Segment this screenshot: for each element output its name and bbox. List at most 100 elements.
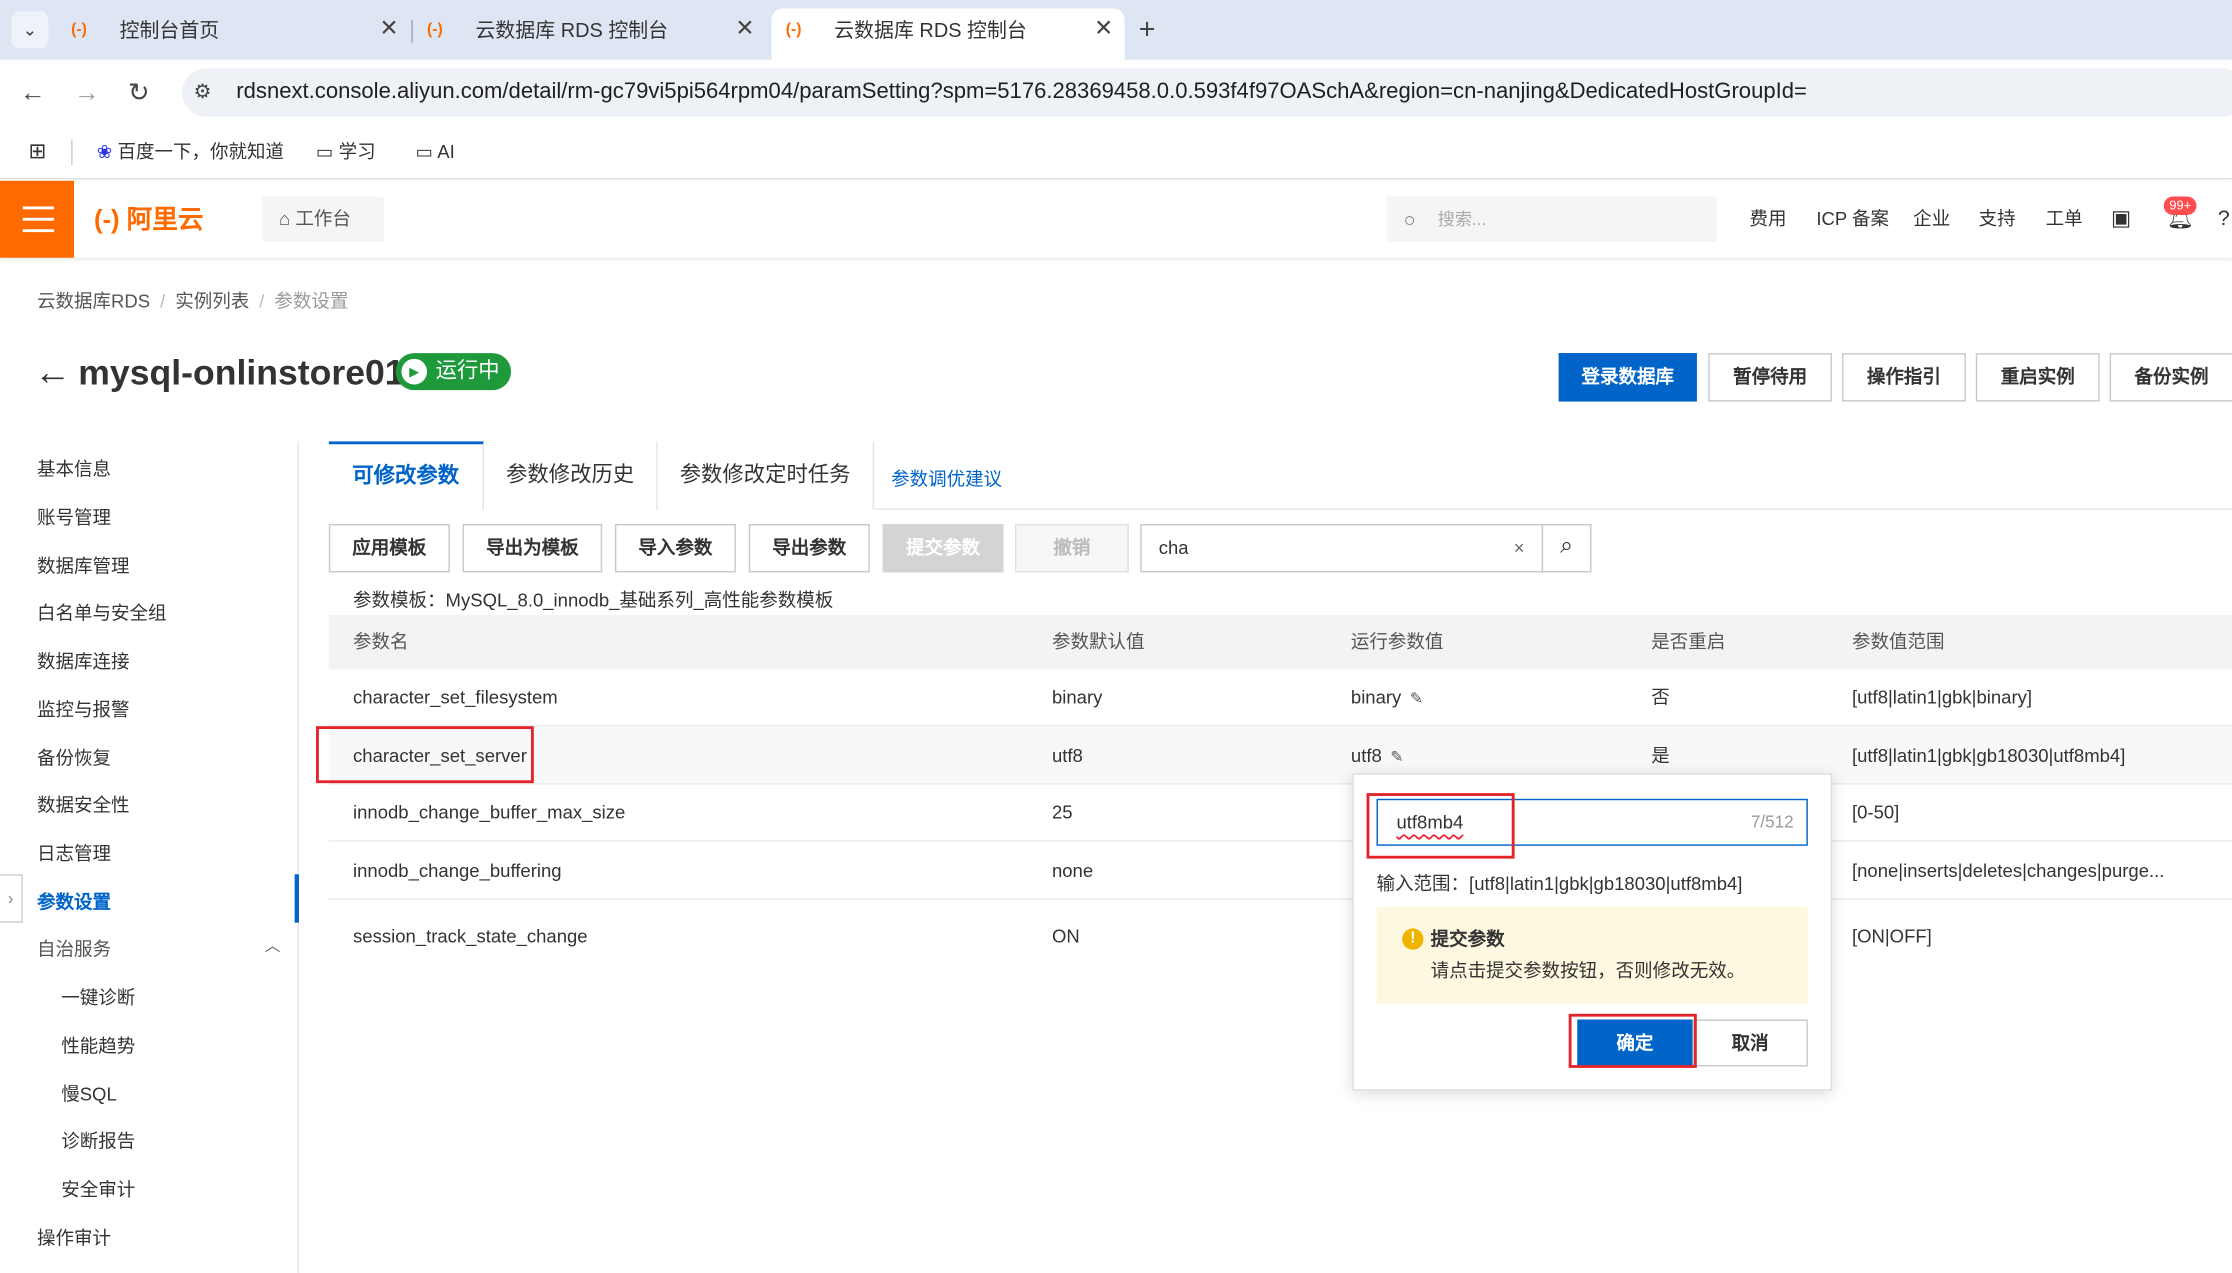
tab-scheduled-tasks[interactable]: 参数修改定时任务 [657, 441, 875, 510]
sidebar-item-audit[interactable]: 安全审计 [61, 1176, 135, 1204]
chevron-up-icon[interactable]: ︿ [265, 934, 281, 957]
param-range: [ON|OFF] [1851, 925, 1932, 947]
sidebar-item-op-audit[interactable]: 操作审计 [37, 1225, 111, 1253]
sidebar-item-connection[interactable]: 数据库连接 [37, 648, 130, 676]
nav-fees[interactable]: 费用 [1749, 181, 1786, 258]
sidebar-item-security[interactable]: 数据安全性 [37, 792, 130, 820]
cancel-button[interactable]: 取消 [1692, 1019, 1808, 1067]
terminal-icon[interactable]: ▣ [2111, 181, 2131, 258]
home-icon: ⌂ [279, 207, 291, 230]
param-range: [none|inserts|deletes|changes|purge... [1851, 860, 2165, 882]
close-tab-icon[interactable]: ✕ [379, 9, 398, 52]
bell-icon[interactable]: 🔔︎ [2167, 181, 2194, 258]
sidebar-item-performance[interactable]: 性能趋势 [61, 1032, 135, 1060]
site-info-icon[interactable]: ⚙ [194, 80, 212, 104]
nav-support[interactable]: 支持 [1979, 181, 2016, 258]
clear-filter-icon[interactable]: × [1514, 525, 1525, 571]
new-tab-icon[interactable]: + [1139, 11, 1156, 48]
close-tab-icon[interactable]: ✕ [1094, 9, 1113, 52]
param-filter-input[interactable]: cha × [1140, 523, 1544, 573]
tuning-advice-link[interactable]: 参数调优建议 [891, 441, 1002, 518]
nav-icp[interactable]: ICP 备案 [1816, 181, 1889, 258]
sidebar-item-basic-info[interactable]: 基本信息 [37, 456, 111, 484]
apps-grid-icon[interactable]: ⊞ [28, 140, 46, 166]
edit-param-popover: utf8mb4 7/512 输入范围：[utf8|latin1|gbk|gb18… [1352, 773, 1833, 1091]
bookmark-folder-study[interactable]: ▭ 学习 [316, 140, 376, 166]
col-restart: 是否重启 [1651, 630, 1726, 653]
aliyun-logo[interactable]: (-) 阿里云 [94, 202, 204, 236]
undo-button[interactable]: 撤销 [1014, 523, 1129, 573]
param-default: none [1051, 860, 1094, 882]
workbench-button[interactable]: ⌂ 工作台 [261, 196, 385, 243]
browser-tab-1[interactable]: (-) 控制台首页 ✕ [57, 9, 410, 60]
col-range: 参数值范围 [1851, 630, 1945, 653]
char-count: 7/512 [1750, 811, 1794, 832]
aliyun-favicon-icon: (-) [785, 21, 802, 39]
back-arrow-icon[interactable]: ← [34, 350, 71, 393]
param-name: innodb_change_buffering [353, 860, 562, 882]
sidebar-item-whitelist[interactable]: 白名单与安全组 [37, 599, 167, 627]
browser-tab-3-active[interactable]: (-) 云数据库 RDS 控制台 ✕ [771, 8, 1125, 60]
col-param-name: 参数名 [353, 630, 409, 653]
guide-button[interactable]: 操作指引 [1842, 353, 1966, 402]
back-icon[interactable]: ← [20, 77, 46, 108]
bookmark-folder-ai[interactable]: ▭ AI [416, 140, 455, 166]
apply-template-button[interactable]: 应用模板 [328, 523, 450, 573]
breadcrumb-rds[interactable]: 云数据库RDS [37, 290, 150, 311]
sidebar-item-slow-sql[interactable]: 慢SQL [61, 1081, 117, 1109]
filter-search-icon[interactable]: ⌕ [1541, 523, 1592, 573]
close-tab-icon[interactable]: ✕ [735, 9, 754, 52]
sidebar-item-backup[interactable]: 备份恢复 [37, 745, 111, 773]
tab-editable-params[interactable]: 可修改参数 [328, 441, 484, 510]
tab-param-history[interactable]: 参数修改历史 [483, 441, 658, 510]
console-search-input[interactable]: ○ 搜索... [1386, 196, 1717, 243]
sidebar-item-report[interactable]: 诊断报告 [61, 1128, 135, 1156]
input-range-hint: 输入范围：[utf8|latin1|gbk|gb18030|utf8mb4] [1376, 872, 1743, 895]
sidebar-item-databases[interactable]: 数据库管理 [37, 552, 130, 580]
browser-tab-2[interactable]: (-) 云数据库 RDS 控制台 ✕ [413, 9, 766, 60]
export-params-button[interactable]: 导出参数 [748, 523, 870, 573]
status-badge: ▶ 运行中 [395, 353, 512, 391]
help-icon[interactable]: ? [2218, 181, 2230, 258]
sidebar-item-monitoring[interactable]: 监控与报警 [37, 696, 130, 724]
param-default: utf8 [1051, 744, 1083, 767]
param-tabs: 可修改参数 参数修改历史 参数修改定时任务 [328, 441, 2232, 510]
reload-icon[interactable]: ↻ [128, 77, 149, 108]
edit-pencil-icon[interactable]: ✎ [1410, 691, 1423, 708]
restart-instance-button[interactable]: 重启实例 [1975, 353, 2100, 402]
table-row: innodb_change_buffering none [none|inser… [328, 842, 2232, 900]
address-bar: ← → ↻ ⚙ rdsnext.console.aliyun.com/detai… [0, 59, 2232, 126]
sidebar-item-accounts[interactable]: 账号管理 [37, 504, 111, 532]
table-header: 参数名 参数默认值 运行参数值 是否重启 参数值范围 [328, 615, 2232, 670]
login-database-button[interactable]: 登录数据库 [1558, 353, 1697, 402]
confirm-button[interactable]: 确定 [1577, 1019, 1693, 1067]
param-range: [0-50] [1851, 801, 1900, 824]
import-params-button[interactable]: 导入参数 [614, 523, 736, 573]
param-value-input[interactable]: utf8mb4 7/512 [1376, 798, 1808, 846]
table-row: session_track_state_change ON [ON|OFF] [329, 900, 2232, 974]
sidebar-item-autonomy[interactable]: 自治服务 [37, 936, 111, 964]
export-template-button[interactable]: 导出为模板 [462, 523, 603, 573]
bookmark-baidu[interactable]: ❀ 百度一下，你就知道 [97, 140, 284, 166]
edit-pencil-icon[interactable]: ✎ [1390, 749, 1403, 766]
url-field[interactable]: ⚙ rdsnext.console.aliyun.com/detail/rm-g… [182, 68, 2232, 117]
sidebar-collapse-handle[interactable]: › [0, 874, 23, 923]
submit-params-button[interactable]: 提交参数 [882, 523, 1004, 573]
param-name: character_set_filesystem [353, 686, 558, 708]
sidebar-item-params[interactable]: 参数设置 [37, 889, 111, 917]
col-running: 运行参数值 [1350, 630, 1444, 653]
suspend-button[interactable]: 暂停待用 [1708, 353, 1833, 402]
sidebar-item-logs[interactable]: 日志管理 [37, 840, 111, 868]
breadcrumb-instances[interactable]: 实例列表 [175, 290, 249, 311]
menu-hamburger-icon[interactable] [0, 180, 75, 258]
nav-ticket[interactable]: 工单 [2046, 181, 2083, 258]
backup-instance-button[interactable]: 备份实例 [2109, 353, 2232, 402]
nav-enterprise[interactable]: 企业 [1913, 181, 1950, 258]
bookmarks-divider [71, 139, 73, 166]
sidebar-item-diagnose[interactable]: 一键诊断 [61, 984, 135, 1012]
running-play-icon: ▶ [401, 358, 428, 385]
tab-search-menu[interactable]: ⌄ [11, 11, 49, 49]
forward-icon[interactable]: → [74, 77, 100, 108]
warning-icon: ! [1402, 928, 1424, 950]
aliyun-favicon-icon: (-) [427, 21, 443, 39]
